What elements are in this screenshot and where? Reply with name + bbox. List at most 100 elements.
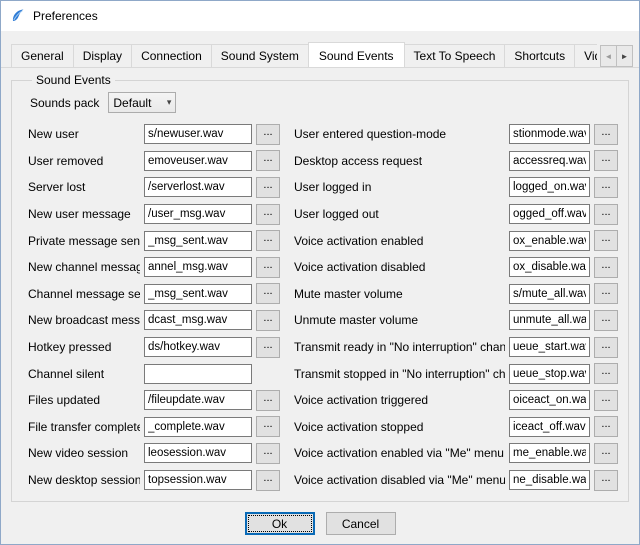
window-title: Preferences — [33, 9, 98, 23]
event-sound-input[interactable] — [144, 177, 252, 197]
tab-scroll-controls: ◄ ► — [601, 45, 633, 67]
event-sound-input[interactable] — [144, 417, 252, 437]
sound-events-group: Sound Events Sounds pack Default ▾ New u… — [11, 73, 629, 502]
event-columns: New user...User removed...Server lost...… — [28, 121, 618, 493]
browse-button[interactable]: ... — [256, 230, 280, 251]
event-label: Server lost — [28, 180, 140, 194]
sounds-pack-value: Default — [113, 96, 166, 110]
event-label: Hotkey pressed — [28, 340, 140, 354]
event-label: User entered question-mode — [294, 127, 505, 141]
group-title: Sound Events — [32, 73, 115, 87]
tab-display[interactable]: Display — [73, 44, 132, 67]
ok-button[interactable]: Ok — [245, 512, 315, 535]
browse-button[interactable]: ... — [594, 177, 618, 198]
event-column-left: New user...User removed...Server lost...… — [28, 121, 280, 493]
browse-button[interactable]: ... — [594, 416, 618, 437]
event-sound-input[interactable] — [144, 470, 252, 490]
event-label: Transmit ready in "No interruption" chan… — [294, 340, 505, 354]
browse-button[interactable]: ... — [594, 230, 618, 251]
tab-video[interactable]: Video — [574, 44, 597, 67]
app-icon — [10, 8, 26, 24]
browse-button[interactable]: ... — [256, 283, 280, 304]
browse-button[interactable]: ... — [256, 177, 280, 198]
event-sound-input[interactable] — [144, 204, 252, 224]
sounds-pack-row: Sounds pack Default ▾ — [30, 92, 618, 113]
event-sound-input[interactable] — [509, 177, 590, 197]
tab-shortcuts[interactable]: Shortcuts — [504, 44, 575, 67]
browse-button[interactable]: ... — [256, 443, 280, 464]
event-label: New user message — [28, 207, 140, 221]
event-sound-input[interactable] — [509, 231, 590, 251]
event-label: Voice activation stopped — [294, 420, 505, 434]
event-sound-input[interactable] — [509, 124, 590, 144]
browse-button[interactable]: ... — [256, 416, 280, 437]
event-sound-input[interactable] — [144, 310, 252, 330]
event-sound-input[interactable] — [144, 364, 252, 384]
browse-button[interactable]: ... — [256, 124, 280, 145]
tab-list: GeneralDisplayConnectionSound SystemSoun… — [11, 40, 597, 67]
browse-button[interactable]: ... — [594, 257, 618, 278]
browse-button[interactable]: ... — [256, 150, 280, 171]
event-label: New channel message — [28, 260, 140, 274]
event-sound-input[interactable] — [144, 337, 252, 357]
event-label: Files updated — [28, 393, 140, 407]
browse-button[interactable]: ... — [594, 390, 618, 411]
browse-button[interactable]: ... — [594, 150, 618, 171]
event-sound-input[interactable] — [509, 204, 590, 224]
event-sound-input[interactable] — [509, 390, 590, 410]
browse-button[interactable]: ... — [256, 337, 280, 358]
tab-sound-system[interactable]: Sound System — [211, 44, 309, 67]
event-label: New desktop session — [28, 473, 140, 487]
dialog-footer: Ok Cancel — [1, 502, 639, 545]
browse-button[interactable]: ... — [594, 470, 618, 491]
browse-button[interactable]: ... — [256, 257, 280, 278]
event-sound-input[interactable] — [144, 443, 252, 463]
event-sound-input[interactable] — [144, 124, 252, 144]
event-sound-input[interactable] — [509, 337, 590, 357]
tab-text-to-speech[interactable]: Text To Speech — [404, 44, 506, 67]
event-label: Mute master volume — [294, 287, 505, 301]
event-label: Voice activation enabled via "Me" menu — [294, 446, 505, 460]
event-sound-input[interactable] — [509, 443, 590, 463]
tab-scroll-right-button[interactable]: ► — [616, 45, 633, 67]
sounds-pack-select[interactable]: Default ▾ — [108, 92, 176, 113]
event-sound-input[interactable] — [509, 364, 590, 384]
event-label: Voice activation disabled via "Me" menu — [294, 473, 505, 487]
browse-button[interactable]: ... — [594, 337, 618, 358]
event-sound-input[interactable] — [509, 284, 590, 304]
browse-button[interactable]: ... — [594, 204, 618, 225]
browse-button[interactable]: ... — [594, 443, 618, 464]
tab-scroll-left-button[interactable]: ◄ — [600, 45, 617, 67]
browse-button[interactable]: ... — [256, 470, 280, 491]
browse-button[interactable]: ... — [594, 310, 618, 331]
tab-general[interactable]: General — [11, 44, 74, 67]
event-label: Voice activation disabled — [294, 260, 505, 274]
browse-button[interactable]: ... — [256, 204, 280, 225]
event-sound-input[interactable] — [144, 284, 252, 304]
event-sound-input[interactable] — [144, 151, 252, 171]
event-sound-input[interactable] — [509, 257, 590, 277]
event-label: User logged out — [294, 207, 505, 221]
event-label: File transfer complete — [28, 420, 140, 434]
browse-button[interactable]: ... — [594, 124, 618, 145]
cancel-button[interactable]: Cancel — [326, 512, 396, 535]
event-label: User removed — [28, 154, 140, 168]
event-label: User logged in — [294, 180, 505, 194]
browse-button[interactable]: ... — [256, 310, 280, 331]
sounds-pack-label: Sounds pack — [30, 96, 99, 110]
event-sound-input[interactable] — [509, 151, 590, 171]
event-sound-input[interactable] — [144, 257, 252, 277]
browse-button[interactable]: ... — [256, 390, 280, 411]
tab-connection[interactable]: Connection — [131, 44, 212, 67]
tab-sound-events[interactable]: Sound Events — [308, 42, 405, 67]
event-sound-input[interactable] — [144, 390, 252, 410]
event-sound-input[interactable] — [509, 470, 590, 490]
preferences-window: Preferences GeneralDisplayConnectionSoun… — [0, 0, 640, 545]
browse-button[interactable]: ... — [594, 283, 618, 304]
browse-button[interactable]: ... — [594, 363, 618, 384]
event-label: Channel silent — [28, 367, 140, 381]
event-sound-input[interactable] — [509, 417, 590, 437]
event-sound-input[interactable] — [509, 310, 590, 330]
event-label: Desktop access request — [294, 154, 505, 168]
event-sound-input[interactable] — [144, 231, 252, 251]
